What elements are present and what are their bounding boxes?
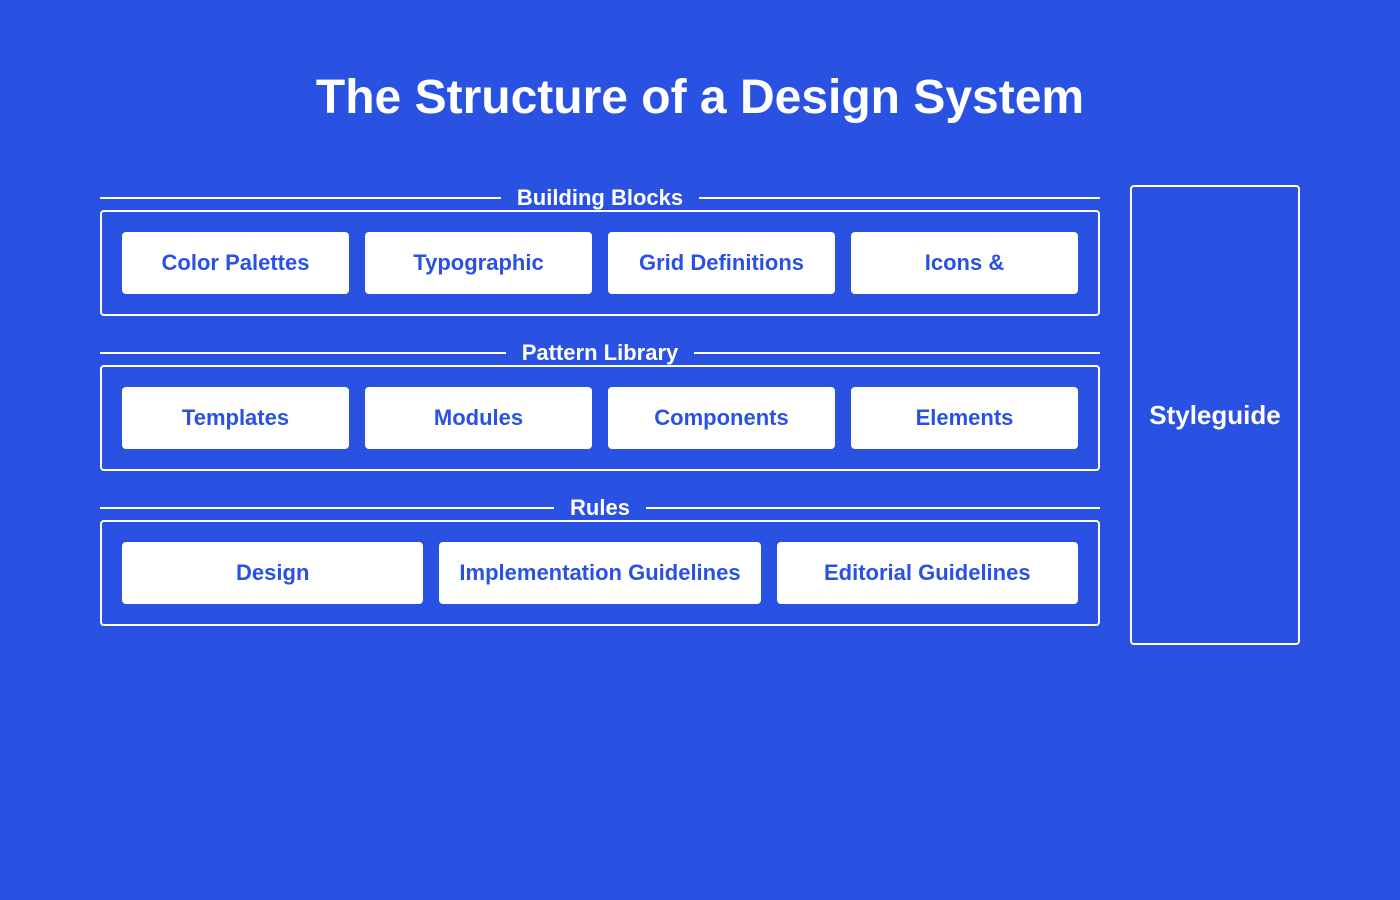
- item-building-blocks-2: Grid Definitions: [608, 232, 835, 294]
- group-line-left-rules: [100, 507, 554, 509]
- group-label-row-building-blocks: Building Blocks: [100, 185, 1100, 211]
- item-rules-2: Editorial Guidelines: [777, 542, 1078, 604]
- group-box-building-blocks: Color Palettes Typographic Grid Definition…: [100, 210, 1100, 316]
- group-rules: Rules Design Implementation Guidelines Edit…: [100, 495, 1100, 626]
- item-building-blocks-0: Color Palettes: [122, 232, 349, 294]
- group-line-left-building-blocks: [100, 197, 501, 199]
- group-label-text-rules: Rules: [554, 495, 646, 521]
- group-building-blocks: Building Blocks Color Palettes Typographic…: [100, 185, 1100, 316]
- group-line-right-rules: [646, 507, 1100, 509]
- item-rules-0: Design: [122, 542, 423, 604]
- group-label-text-building-blocks: Building Blocks: [501, 185, 699, 211]
- page-title: The Structure of a Design System: [316, 70, 1084, 125]
- right-section: Styleguide: [1130, 185, 1300, 645]
- group-box-pattern-library: Templates Modules Components Elements: [100, 365, 1100, 471]
- group-line-right-pattern-library: [694, 352, 1100, 354]
- group-label-text-pattern-library: Pattern Library: [506, 340, 695, 366]
- diagram-wrapper: Building Blocks Color Palettes Typographic…: [100, 185, 1300, 645]
- group-line-left-pattern-library: [100, 352, 506, 354]
- item-pattern-library-2: Components: [608, 387, 835, 449]
- item-building-blocks-3: Icons &: [851, 232, 1078, 294]
- group-line-right-building-blocks: [699, 197, 1100, 199]
- item-building-blocks-1: Typographic: [365, 232, 592, 294]
- item-rules-1: Implementation Guidelines: [439, 542, 760, 604]
- group-box-rules: Design Implementation Guidelines Editorial…: [100, 520, 1100, 626]
- item-pattern-library-1: Modules: [365, 387, 592, 449]
- item-pattern-library-0: Templates: [122, 387, 349, 449]
- styleguide-box: Styleguide: [1130, 185, 1300, 645]
- styleguide-label: Styleguide: [1149, 400, 1280, 431]
- group-label-row-rules: Rules: [100, 495, 1100, 521]
- left-section: Building Blocks Color Palettes Typographic…: [100, 185, 1100, 645]
- group-label-row-pattern-library: Pattern Library: [100, 340, 1100, 366]
- item-pattern-library-3: Elements: [851, 387, 1078, 449]
- group-pattern-library: Pattern Library Templates Modules Component…: [100, 340, 1100, 471]
